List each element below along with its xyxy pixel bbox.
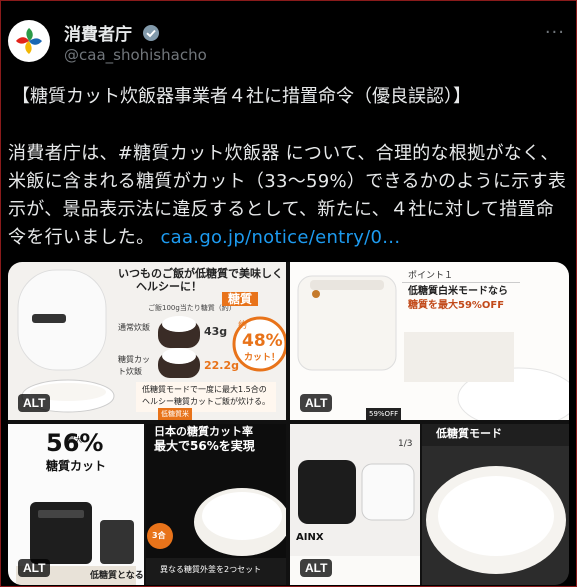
account-avatar[interactable] [8, 20, 50, 62]
alt-badge[interactable]: ALT [300, 394, 333, 412]
tile1-badge-top: 糖質 [222, 292, 259, 306]
tile2-point: ポイント１ [408, 271, 454, 281]
tile1-badge-bottom: カット！ [244, 353, 281, 363]
media-image-6[interactable]: 低糖質モード [422, 424, 569, 585]
tile1-headline-2: ヘルシーに！ [136, 280, 202, 293]
post-link[interactable]: caa.go.jp/notice/entry/0... [160, 227, 400, 248]
tile1-row-2-label: 通常炊飯 [118, 323, 150, 332]
media-image-2[interactable]: ポイント１ 低糖質白米モードなら 糖質を最大59%OFF 59%OFF ALT [290, 262, 569, 420]
tile1-headline-1: いつものご飯が低糖質で美味しく [118, 267, 283, 280]
tile1-row-3-value: 22.2g [204, 359, 240, 372]
tile6-label: 低糖質モード [436, 427, 502, 440]
account-handle[interactable]: @caa_shohishacho [64, 46, 207, 64]
tile2-small: 59%OFF [366, 408, 402, 420]
caa-logo-icon [16, 28, 42, 54]
account-name-text[interactable]: 消費者庁 [64, 25, 132, 45]
media-image-1[interactable]: いつものご飯が低糖質で美味しく ヘルシーに！ ご飯100g当たり糖質（約） 通常… [8, 262, 286, 420]
tile4-foot: 異なる糖質外釜を2つセット [160, 565, 262, 574]
post-body: 消費者庁は、#糖質カット炊飯器 について、合理的な根拠がなく、米飯に含まれる糖質… [8, 140, 568, 252]
tile2-headline-2: 糖質を最大59%OFF [408, 300, 505, 311]
tile5-fraction: 1/3 [398, 439, 413, 449]
alt-badge[interactable]: ALT [18, 394, 51, 412]
post-title: 【糖質カット炊飯器事業者４社に措置命令（優良誤認）】 [12, 86, 471, 107]
tile3-foot: 低糖質となる [90, 571, 144, 581]
tile1-foot-1: 低糖質モードで一度に最大1.5合の [142, 385, 267, 394]
verified-badge-icon [142, 24, 160, 47]
media-image-5[interactable]: AINX 1/3 ALT [290, 424, 420, 585]
tile3-label: 糖質カット [46, 459, 107, 473]
media-image-4[interactable]: 日本の糖質カット率 最大で56%を実現 3合 異なる糖質外釜を2つセット [146, 424, 286, 585]
tile2-headline-1: 低糖質白米モードなら [408, 286, 508, 297]
more-options-icon[interactable]: ··· [545, 22, 565, 43]
tile4-badge: 3合 [152, 531, 166, 540]
tile3-percent: 56% [46, 429, 104, 457]
rice-closeup-illustration [422, 424, 569, 574]
media-image-3[interactable]: 最大 56% 糖質カット 低糖質となる ALT [8, 424, 144, 585]
media-grid: いつものご飯が低糖質で美味しく ヘルシーに！ ご飯100g当たり糖質（約） 通常… [8, 262, 569, 585]
tile1-row-3-label: 糖質カット炊飯 [118, 355, 150, 376]
tile1-foot-2: ヘルシー糖質カットご飯が炊ける。 [142, 397, 270, 406]
tile1-badge-num: 48% [242, 331, 283, 351]
tile4-line-2: 最大で56%を実現 [154, 439, 255, 453]
alt-badge[interactable]: ALT [18, 559, 51, 577]
account-name[interactable]: 消費者庁 [64, 20, 160, 47]
tile4-line-1: 日本の糖質カット率 [154, 425, 253, 438]
tile1-foot-3: 低糖質米 [158, 408, 192, 420]
tile1-row-2-value: 43g [204, 325, 228, 338]
tile5-brand: AINX [296, 532, 324, 543]
alt-badge[interactable]: ALT [300, 559, 333, 577]
